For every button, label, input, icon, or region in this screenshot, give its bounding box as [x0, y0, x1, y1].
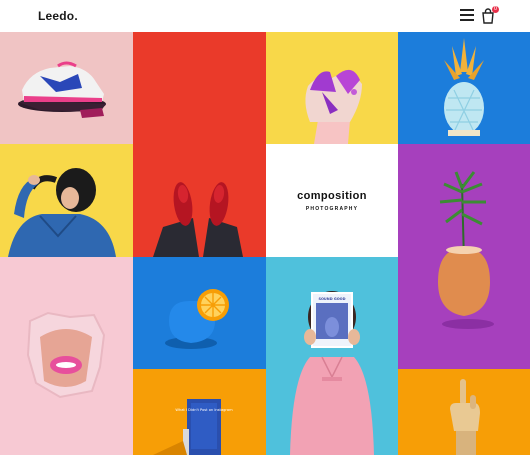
pineapple-photo[interactable]	[398, 32, 530, 144]
cart-button[interactable]: 0	[481, 6, 499, 24]
sneaker-illustration	[0, 32, 133, 144]
composition-title: composition	[297, 189, 367, 202]
book-cover-text: What I Didn't Post on Instagram	[175, 408, 233, 412]
wooden-hand-illustration	[398, 369, 530, 455]
composition-text-block: composition PHOTOGRAPHY	[266, 144, 398, 257]
painted-hand-photo[interactable]	[266, 32, 398, 144]
menu-line	[460, 9, 474, 11]
site-logo[interactable]: Leedo.	[38, 9, 78, 23]
cart-count-badge: 0	[492, 6, 499, 13]
portfolio-grid: composition PHOTOGRAPHY SOUND GOOD What …	[0, 32, 530, 455]
orange-photo[interactable]	[133, 257, 266, 369]
menu-line	[460, 14, 474, 16]
composition-title-tile[interactable]: composition PHOTOGRAPHY	[266, 144, 398, 257]
painted-hand-illustration	[266, 32, 398, 144]
egg-plant-photo[interactable]	[398, 144, 530, 369]
red-shoes-photo[interactable]	[133, 32, 266, 257]
lips-illustration	[0, 257, 133, 455]
lips-photo[interactable]	[0, 257, 133, 455]
magazine-woman-photo[interactable]: SOUND GOOD	[266, 257, 398, 455]
hair-girl-illustration	[0, 144, 133, 257]
hair-girl-photo[interactable]	[0, 144, 133, 257]
book-photo[interactable]: What I Didn't Post on Instagram	[133, 369, 266, 455]
composition-subtitle: PHOTOGRAPHY	[305, 205, 359, 212]
magazine-cover-title: SOUND GOOD	[318, 297, 345, 301]
sneaker-photo[interactable]	[0, 32, 133, 144]
menu-line	[460, 19, 474, 21]
wooden-hand-photo[interactable]	[398, 369, 530, 455]
pineapple-illustration	[398, 32, 530, 144]
magazine-woman-illustration: SOUND GOOD	[266, 257, 398, 455]
orange-illustration	[133, 257, 266, 369]
book-illustration: What I Didn't Post on Instagram	[133, 369, 266, 455]
hamburger-menu-icon[interactable]	[460, 9, 474, 21]
site-header: Leedo. 0	[0, 0, 530, 32]
egg-plant-illustration	[398, 144, 530, 369]
red-shoes-illustration	[133, 32, 266, 257]
